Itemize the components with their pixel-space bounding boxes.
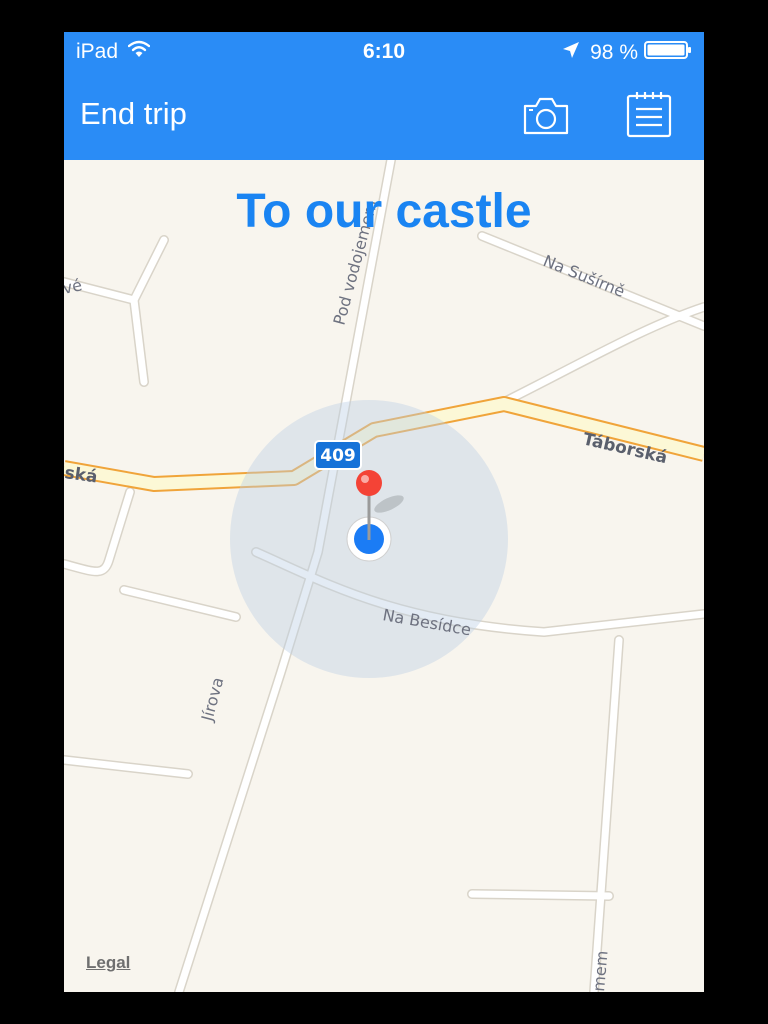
camera-button[interactable] xyxy=(522,94,570,138)
location-arrow-icon xyxy=(562,41,580,65)
status-bar: iPad 6:10 98 % xyxy=(64,32,704,72)
map-view[interactable]: Táborská ská Na Sušírně Pod vodojemem Na… xyxy=(64,160,704,992)
wifi-icon xyxy=(127,40,151,64)
notes-button[interactable] xyxy=(624,90,674,140)
street-label-bottom-right-partial: mem xyxy=(589,950,612,992)
legal-link[interactable]: Legal xyxy=(86,953,130,973)
notepad-icon xyxy=(624,92,674,144)
camera-icon xyxy=(522,97,570,142)
battery-percent: 98 % xyxy=(590,41,638,64)
battery-icon xyxy=(644,40,692,66)
navigation-bar: End trip xyxy=(64,72,704,160)
trip-title: To our castle xyxy=(236,185,532,238)
device-screen: Táborská ská Na Sušírně Pod vodojemem Na… xyxy=(64,32,704,992)
route-409-label: 409 xyxy=(320,446,356,466)
route-409-badge: 409 xyxy=(314,440,362,470)
device-name: iPad xyxy=(76,40,119,63)
status-time: 6:10 xyxy=(362,40,406,63)
end-trip-button[interactable]: End trip xyxy=(80,96,187,132)
